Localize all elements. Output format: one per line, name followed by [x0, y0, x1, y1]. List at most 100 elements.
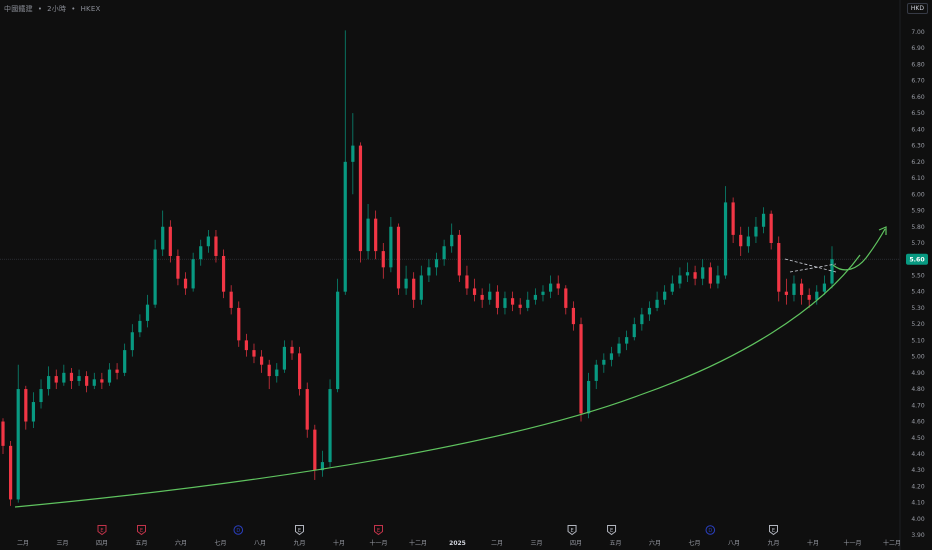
candle[interactable] [92, 372, 96, 390]
candle[interactable] [625, 330, 629, 351]
dividend-marker[interactable]: D [705, 525, 716, 535]
candle[interactable] [503, 291, 507, 315]
candle[interactable] [769, 210, 773, 250]
candle[interactable] [389, 217, 393, 273]
earnings-marker[interactable]: E [567, 525, 577, 536]
candle[interactable] [214, 230, 218, 263]
candle[interactable] [647, 301, 652, 321]
candle[interactable] [130, 324, 134, 357]
candle[interactable] [343, 30, 347, 295]
candle[interactable] [267, 359, 271, 390]
candle[interactable] [69, 367, 74, 390]
support-trend-curve[interactable] [14, 254, 861, 508]
candle[interactable] [47, 366, 51, 396]
candle[interactable] [541, 285, 545, 302]
candle[interactable] [594, 359, 598, 390]
candle[interactable] [54, 369, 58, 390]
candle[interactable] [351, 113, 355, 195]
dividend-marker[interactable]: D [233, 525, 244, 535]
candle[interactable] [670, 275, 674, 295]
candle[interactable] [31, 392, 36, 429]
candle[interactable] [183, 272, 188, 295]
currency-button[interactable]: HKD [906, 3, 928, 14]
candle[interactable] [229, 285, 233, 315]
earnings-marker[interactable]: E [295, 525, 304, 536]
candle[interactable] [602, 353, 606, 373]
candle[interactable] [77, 369, 81, 386]
candle[interactable] [799, 278, 804, 305]
candle[interactable] [39, 379, 43, 409]
candle[interactable] [678, 267, 682, 289]
candle[interactable] [716, 265, 720, 289]
candle[interactable] [199, 239, 203, 266]
candle[interactable] [206, 230, 210, 253]
candle[interactable] [138, 314, 142, 338]
candle[interactable] [655, 291, 659, 312]
candle[interactable] [412, 272, 416, 308]
candle[interactable] [480, 288, 484, 308]
candle[interactable] [693, 265, 697, 286]
candle[interactable] [100, 372, 104, 390]
candle[interactable] [488, 283, 492, 305]
candle[interactable] [754, 217, 758, 243]
candle[interactable] [305, 382, 309, 438]
wedge-lower-line[interactable] [789, 263, 837, 273]
candle[interactable] [381, 242, 385, 279]
candle[interactable] [237, 301, 241, 347]
candle[interactable] [404, 265, 408, 295]
candle[interactable] [336, 278, 340, 393]
candle[interactable] [161, 210, 165, 256]
candle[interactable] [298, 346, 302, 396]
candle[interactable] [533, 288, 537, 305]
candle[interactable] [701, 259, 705, 286]
candle[interactable] [328, 379, 332, 467]
candle[interactable] [168, 220, 172, 263]
candle[interactable] [275, 363, 279, 383]
earnings-marker[interactable]: E [137, 525, 146, 536]
earnings-marker[interactable]: E [97, 525, 107, 536]
earnings-marker[interactable]: E [607, 525, 617, 536]
candle[interactable] [320, 450, 325, 477]
candle[interactable] [457, 230, 461, 282]
candle[interactable] [259, 350, 264, 373]
candle[interactable] [746, 226, 750, 253]
candle[interactable] [571, 301, 576, 331]
candle[interactable] [366, 204, 370, 260]
candle[interactable] [442, 239, 446, 266]
candle[interactable] [548, 275, 553, 299]
candle[interactable] [495, 285, 499, 315]
candle[interactable] [579, 317, 583, 422]
candle[interactable] [145, 294, 150, 328]
candle[interactable] [282, 340, 287, 373]
candle[interactable] [252, 343, 256, 364]
candle[interactable] [640, 307, 644, 331]
candle[interactable] [708, 262, 712, 289]
candle[interactable] [62, 364, 66, 386]
candle[interactable] [663, 285, 667, 305]
candle[interactable] [564, 285, 568, 315]
candle[interactable] [176, 249, 180, 286]
candle[interactable] [723, 186, 728, 279]
candle[interactable] [427, 259, 431, 282]
candle[interactable] [290, 340, 294, 360]
candle[interactable] [358, 142, 363, 263]
projection-arrow[interactable] [832, 228, 886, 271]
interval-label[interactable]: 2小時 [47, 5, 66, 13]
earnings-marker[interactable]: E [769, 525, 778, 536]
candle[interactable] [115, 363, 119, 380]
candle[interactable] [419, 265, 423, 305]
candle[interactable] [556, 275, 560, 295]
candle[interactable] [191, 252, 195, 292]
candle[interactable] [244, 333, 248, 357]
symbol-title[interactable]: 中國鐵建 • 2小時 • HKEX [4, 4, 100, 14]
candle[interactable] [9, 440, 13, 506]
candle[interactable] [450, 223, 454, 253]
candle[interactable] [518, 298, 522, 315]
candle[interactable] [617, 337, 621, 357]
candle[interactable] [830, 246, 834, 289]
candle[interactable] [510, 291, 515, 312]
candle[interactable] [777, 236, 781, 302]
candle[interactable] [731, 197, 735, 243]
candle[interactable] [685, 262, 690, 282]
candle[interactable] [739, 226, 743, 256]
